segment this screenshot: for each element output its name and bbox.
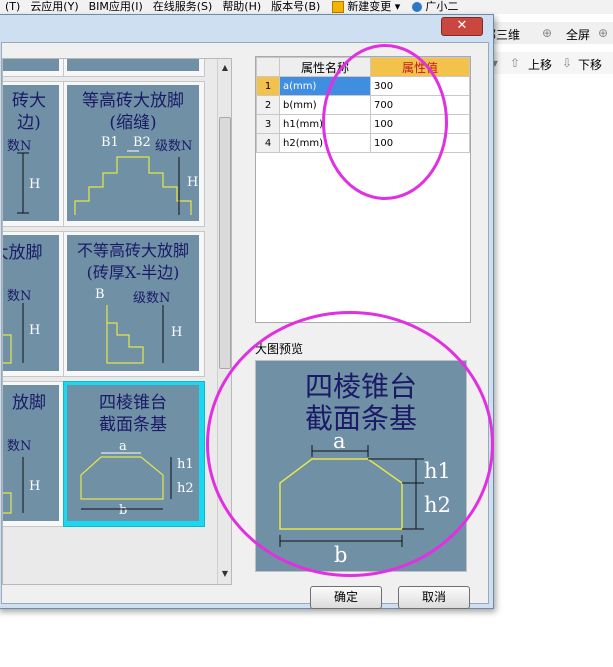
gallery-tile-partial[interactable] — [63, 59, 205, 77]
close-button[interactable]: ✕ — [441, 17, 483, 36]
scroll-thumb[interactable] — [219, 117, 231, 369]
row-number: 1 — [256, 76, 280, 96]
large-preview: 四棱锥台 截面条基 a h1 h2 b — [255, 360, 467, 572]
menu-new-change[interactable]: 新建变更 ▾ — [325, 0, 405, 14]
property-value-cell[interactable]: 300 — [370, 76, 470, 96]
section-selection-dialog: ✕ 砖大 边) 数N H 等高砖大放脚 (缩缝) B1 B2 级数N H 放脚 … — [0, 14, 494, 609]
property-name: h1(mm) — [279, 114, 371, 134]
toolbar-move-up-button[interactable]: 上移 — [528, 56, 552, 73]
property-name-header: 属性名称 — [279, 57, 371, 77]
gallery-tile[interactable]: 不等高砖大放脚 (砖厚X-半边) B 级数N H — [63, 231, 205, 377]
scroll-up-arrow-icon[interactable]: ▲ — [220, 63, 230, 72]
gallery-tile-partial[interactable] — [3, 59, 65, 77]
tile-diagram — [74, 150, 192, 215]
property-value-header: 属性值 — [370, 57, 470, 77]
new-change-icon — [332, 1, 345, 13]
scroll-down-arrow-icon[interactable]: ▼ — [220, 569, 230, 578]
gallery-tile-selected[interactable]: 四棱锥台 截面条基 a h1 h2 b — [63, 381, 205, 527]
zoom-icon: ⊕ — [542, 26, 553, 40]
property-value-cell[interactable]: 100 — [370, 114, 470, 134]
menu-assistant[interactable]: 广小二 — [405, 0, 463, 14]
table-row[interactable]: 4 h2(mm) 100 — [256, 133, 470, 153]
property-name: b(mm) — [279, 95, 371, 115]
toolbar-move-down-button[interactable]: 下移 — [578, 56, 602, 73]
ok-button[interactable]: 确定 — [310, 586, 382, 609]
section-gallery: 砖大 边) 数N H 等高砖大放脚 (缩缝) B1 B2 级数N H 放脚 数N… — [2, 58, 232, 585]
new-change-label: 新建变更 — [347, 0, 392, 13]
table-row[interactable]: 3 h1(mm) 100 — [256, 114, 470, 134]
gallery-tile[interactable]: 等高砖大放脚 (缩缝) B1 B2 级数N H — [63, 81, 205, 227]
tile-diagram — [3, 457, 24, 514]
gallery-tile[interactable]: 大放脚 数N H — [3, 231, 65, 377]
property-name: h2(mm) — [279, 133, 371, 153]
table-row[interactable]: 2 b(mm) 700 — [256, 95, 470, 115]
property-grid: 属性名称 属性值 1 a(mm) 300 2 b(mm) 700 3 h1(mm… — [255, 56, 471, 323]
gallery-tile[interactable]: 放脚 数N H — [3, 381, 65, 527]
menu-tools[interactable]: (T) — [0, 0, 25, 14]
property-value-cell[interactable]: 700 — [370, 95, 470, 115]
preview-label: 大图预览 — [255, 342, 304, 356]
dialog-client-area: 砖大 边) 数N H 等高砖大放脚 (缩缝) B1 B2 级数N H 放脚 数N… — [1, 42, 489, 609]
toolbar-icon: ⊕ — [598, 26, 609, 40]
menu-version[interactable]: 版本号(B) — [266, 0, 325, 14]
tile-diagram — [3, 303, 24, 364]
toolbar-fullscreen-button[interactable]: 全屏 — [566, 26, 590, 43]
property-value-cell[interactable]: 100 — [370, 133, 470, 153]
move-down-icon: ⇩ — [562, 56, 573, 70]
dialog-title-bar — [0, 20, 438, 36]
move-up-icon: ⇧ — [510, 56, 521, 70]
preview-diagram — [279, 445, 424, 547]
rownum-header — [256, 57, 280, 77]
tile-diagram — [17, 152, 29, 214]
row-number: 3 — [256, 114, 280, 134]
assistant-label: 广小二 — [425, 0, 459, 13]
menu-bim[interactable]: BIM应用(I) — [84, 0, 148, 14]
cancel-button[interactable]: 取消 — [398, 586, 470, 609]
row-number: 2 — [256, 95, 280, 115]
tile-diagram — [80, 452, 172, 510]
assistant-icon — [412, 2, 423, 12]
menu-help[interactable]: 帮助(H) — [217, 0, 266, 14]
menu-online[interactable]: 在线服务(S) — [148, 0, 218, 14]
gallery-tile[interactable]: 砖大 边) 数N H — [3, 81, 65, 227]
row-number: 4 — [256, 133, 280, 153]
tile-diagram — [106, 305, 164, 364]
property-name: a(mm) — [279, 76, 371, 96]
menu-bar: (T) 云应用(Y) BIM应用(I) 在线服务(S) 帮助(H) 版本号(B)… — [0, 0, 613, 14]
menu-cloud[interactable]: 云应用(Y) — [25, 0, 83, 14]
gallery-scrollbar[interactable]: ▲ ▼ — [217, 59, 231, 584]
table-row[interactable]: 1 a(mm) 300 — [256, 76, 470, 96]
